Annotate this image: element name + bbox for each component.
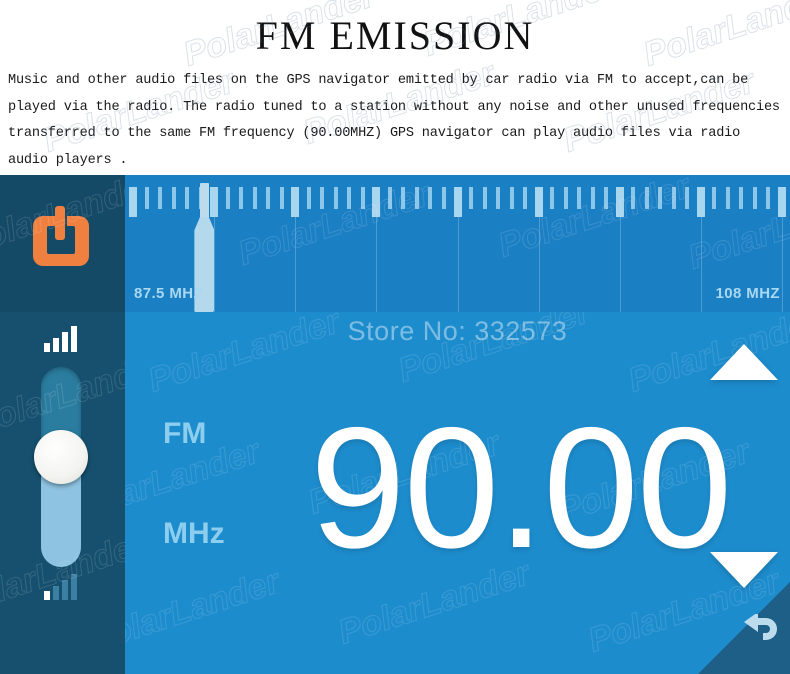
tuner-tick-minor — [279, 187, 284, 209]
power-button[interactable] — [0, 175, 125, 312]
signal-bars-max-icon — [44, 326, 77, 352]
tuner-tick-guideline — [376, 217, 378, 312]
tuner-tick-guideline — [538, 217, 540, 312]
tuner-tick-guideline — [782, 217, 783, 312]
radio-device-screen: PolarLander PolarLander PolarLander 87.5… — [0, 175, 790, 674]
tuner-min-label: 87.5 MHZ — [134, 285, 204, 302]
band-label: FM — [163, 417, 207, 450]
tuner-tick-minor — [631, 187, 636, 209]
unit-label: MHz — [163, 517, 225, 550]
tuner-tick-minor — [347, 187, 352, 209]
tuner-tick-minor — [563, 187, 568, 209]
tuner-tick-guideline — [295, 217, 297, 312]
tuner-tick-major — [453, 187, 462, 217]
tuner-tick-major — [291, 187, 300, 217]
triangle-up-icon[interactable] — [710, 344, 778, 380]
tuner-tick-minor — [604, 187, 609, 209]
tuner-tick-minor — [766, 187, 771, 209]
triangle-down-icon[interactable] — [710, 552, 778, 588]
frequency-value: 90.00 — [310, 392, 732, 584]
sidebar: PolarLander PolarLander PolarLander — [0, 175, 170, 674]
tuner-tick-minor — [550, 187, 555, 209]
tuner-tick-minor — [577, 187, 582, 209]
tuner-tick-minor — [387, 187, 392, 209]
tuner-tick-minor — [333, 187, 338, 209]
tuner-tick-major — [696, 187, 705, 217]
tuner-tick-minor — [752, 187, 757, 209]
tuner-tick-minor — [428, 187, 433, 209]
tuner-tick-major — [372, 187, 381, 217]
tuner-tick-minor — [158, 187, 163, 209]
tuner-tick-minor — [739, 187, 744, 209]
page-description: Music and other audio files on the GPS n… — [8, 73, 780, 168]
tuner-tick-minor — [658, 187, 663, 209]
tuner-tick-minor — [306, 187, 311, 209]
tuner-tick-minor — [252, 187, 257, 209]
tuner-tick-minor — [414, 187, 419, 209]
tuner-tick-minor — [685, 187, 690, 209]
tuner-tick-minor — [482, 187, 487, 209]
tuner-tick-major — [534, 187, 543, 217]
tuner-tick-guideline — [457, 217, 459, 312]
tuner-tick-minor — [401, 187, 406, 209]
tuner-tick-minor — [239, 187, 244, 209]
tuner-tick-major — [778, 187, 786, 217]
tuner-tick-minor — [523, 187, 528, 209]
tuner-tick-guideline — [700, 217, 702, 312]
signal-bars-min-icon — [44, 574, 77, 600]
tuner-tick-minor — [712, 187, 717, 209]
watermark: PolarLander — [125, 562, 285, 660]
volume-slider-knob[interactable] — [34, 430, 88, 484]
tuner-tick-minor — [266, 187, 271, 209]
tuner-tick-minor — [144, 187, 149, 209]
volume-control — [0, 312, 125, 674]
tuner-tick-minor — [725, 187, 730, 209]
power-icon — [33, 206, 89, 266]
tuner-tick-minor — [496, 187, 501, 209]
tuner-tick-minor — [225, 187, 230, 209]
tuner-tick-minor — [185, 187, 190, 209]
frequency-display: Store No: 332573 FM MHz 90.00 PolarLande… — [125, 312, 790, 674]
tuner-tick-minor — [469, 187, 474, 209]
tuner-max-label: 108 MHZ — [715, 285, 780, 302]
tuner-tick-minor — [509, 187, 514, 209]
tuner-tick-minor — [671, 187, 676, 209]
tuner-tick-minor — [590, 187, 595, 209]
tuner-tick-minor — [360, 187, 365, 209]
tuner-tick-minor — [320, 187, 325, 209]
tuner-tick-minor — [644, 187, 649, 209]
tuner-tick-major — [129, 187, 137, 217]
tuner-tick-minor — [441, 187, 446, 209]
tuner-tick-guideline — [619, 217, 621, 312]
tuner-tick-major — [615, 187, 624, 217]
page-header: FM EMISSION Music and other audio files … — [0, 0, 790, 175]
fm-tuner-scale[interactable]: 87.5 MHZ 108 MHZ PolarLander PolarLander… — [125, 175, 790, 312]
tuner-tick-minor — [171, 187, 176, 209]
needle-stem — [200, 183, 210, 221]
page-title: FM EMISSION — [255, 13, 535, 58]
back-arrow-icon — [744, 614, 777, 640]
